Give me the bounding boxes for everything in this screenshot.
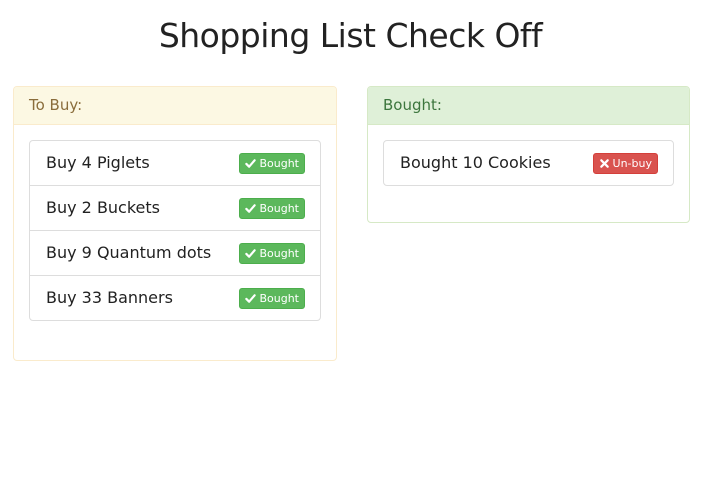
to-buy-list: Buy 4 Piglets Bought Buy 2 Buckets Bough…	[29, 140, 321, 321]
list-item: Buy 4 Piglets Bought	[29, 140, 321, 186]
check-icon	[245, 158, 257, 169]
list-item: Bought 10 Cookies Un-buy	[383, 140, 674, 186]
list-item: Buy 2 Buckets Bought	[29, 185, 321, 231]
bought-list: Bought 10 Cookies Un-buy	[383, 140, 674, 186]
check-icon	[245, 203, 257, 214]
item-text: Bought 10 Cookies	[400, 153, 551, 172]
bought-button-label: Bought	[259, 247, 299, 260]
item-text: Buy 2 Buckets	[46, 198, 160, 217]
list-item: Buy 33 Banners Bought	[29, 275, 321, 321]
bought-panel: Bought: Bought 10 Cookies Un-buy	[367, 86, 690, 223]
bought-button-label: Bought	[259, 292, 299, 305]
to-buy-heading: To Buy:	[14, 87, 336, 125]
bought-button[interactable]: Bought	[239, 198, 305, 219]
unbuy-button[interactable]: Un-buy	[592, 153, 658, 174]
list-item: Buy 9 Quantum dots Bought	[29, 230, 321, 276]
bought-heading: Bought:	[368, 87, 689, 125]
check-icon	[245, 248, 257, 259]
bought-button[interactable]: Bought	[239, 243, 305, 264]
check-icon	[245, 293, 257, 304]
unbuy-button-label: Un-buy	[612, 157, 652, 170]
item-text: Buy 4 Piglets	[46, 153, 150, 172]
close-icon	[599, 158, 610, 169]
bought-button-label: Bought	[259, 202, 299, 215]
bought-button[interactable]: Bought	[239, 288, 305, 309]
bought-button[interactable]: Bought	[239, 153, 305, 174]
item-text: Buy 9 Quantum dots	[46, 243, 212, 262]
bought-button-label: Bought	[259, 157, 299, 170]
item-text: Buy 33 Banners	[46, 288, 173, 307]
to-buy-panel: To Buy: Buy 4 Piglets Bought Buy 2 Bucke…	[13, 86, 337, 361]
page-title: Shopping List Check Off	[158, 16, 543, 55]
